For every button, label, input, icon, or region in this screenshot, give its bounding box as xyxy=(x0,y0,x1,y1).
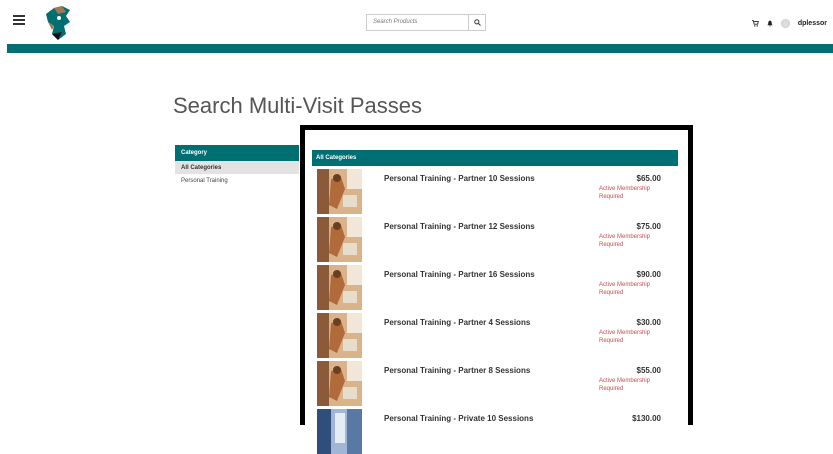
product-image[interactable] xyxy=(317,361,362,406)
category-heading: Category xyxy=(175,145,299,161)
menu-icon[interactable] xyxy=(13,15,25,25)
product-list: Personal Training - Partner 10 Sessions … xyxy=(312,166,678,454)
product-list-panel: All Categories Personal Training - Partn… xyxy=(300,125,693,454)
header-band xyxy=(7,44,833,53)
membership-note: Active Membership Required xyxy=(599,282,651,296)
product-row[interactable]: Personal Training - Private 10 Sessions … xyxy=(312,406,678,454)
product-row[interactable]: Personal Training - Partner 4 Sessions $… xyxy=(312,310,678,358)
product-image[interactable] xyxy=(317,217,362,262)
user-area: dplessor xyxy=(751,18,827,28)
membership-note: Active Membership Required xyxy=(599,186,651,200)
product-name[interactable]: Personal Training - Partner 10 Sessions xyxy=(384,174,535,183)
search-icon xyxy=(473,19,481,26)
product-name[interactable]: Personal Training - Private 10 Sessions xyxy=(384,414,533,423)
category-item-personal-training[interactable]: Personal Training xyxy=(175,174,299,187)
product-image[interactable] xyxy=(317,169,362,214)
product-price: $55.00 xyxy=(636,366,661,375)
product-name[interactable]: Personal Training - Partner 12 Sessions xyxy=(384,222,535,231)
product-image[interactable] xyxy=(317,265,362,310)
username[interactable]: dplessor xyxy=(798,20,827,27)
product-price: $75.00 xyxy=(636,222,661,231)
search-input[interactable]: Search Products xyxy=(366,14,469,31)
search-button[interactable] xyxy=(469,14,486,31)
bell-icon[interactable] xyxy=(767,20,773,27)
product-price: $65.00 xyxy=(636,174,661,183)
product-name[interactable]: Personal Training - Partner 16 Sessions xyxy=(384,270,535,279)
membership-note: Active Membership Required xyxy=(599,234,651,248)
product-row[interactable]: Personal Training - Partner 10 Sessions … xyxy=(312,166,678,214)
product-row[interactable]: Personal Training - Partner 8 Sessions $… xyxy=(312,358,678,406)
product-price: $90.00 xyxy=(636,270,661,279)
category-panel: Category All Categories Personal Trainin… xyxy=(175,145,299,187)
product-row[interactable]: Personal Training - Partner 16 Sessions … xyxy=(312,262,678,310)
product-name[interactable]: Personal Training - Partner 8 Sessions xyxy=(384,366,530,375)
product-list-heading: All Categories xyxy=(312,150,678,166)
product-price: $130.00 xyxy=(632,414,661,423)
product-price: $30.00 xyxy=(636,318,661,327)
category-item-all[interactable]: All Categories xyxy=(175,161,299,174)
membership-note: Active Membership Required xyxy=(599,378,651,392)
top-bar: Search Products dplessor xyxy=(0,0,833,44)
logo[interactable] xyxy=(40,4,76,42)
product-image[interactable] xyxy=(317,409,362,454)
page-title: Search Multi-Visit Passes xyxy=(173,93,423,118)
membership-note: Active Membership Required xyxy=(599,330,651,344)
product-name[interactable]: Personal Training - Partner 4 Sessions xyxy=(384,318,530,327)
avatar[interactable] xyxy=(780,18,790,28)
product-row[interactable]: Personal Training - Partner 12 Sessions … xyxy=(312,214,678,262)
cart-icon[interactable] xyxy=(751,19,759,27)
product-image[interactable] xyxy=(317,313,362,358)
